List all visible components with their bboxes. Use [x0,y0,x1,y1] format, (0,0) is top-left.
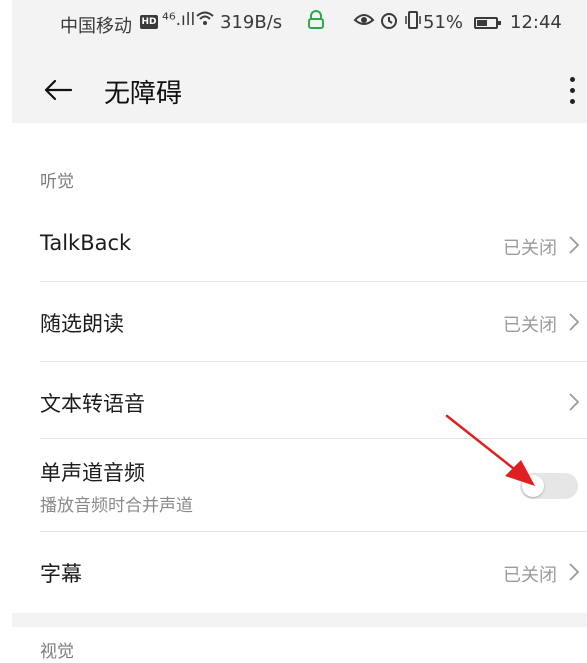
status-bar: 中国移动 HD ⁴⁶.ıll 319B/s 51% 12:44 [12,0,587,46]
section-gap [12,613,587,627]
network-speed: 319B/s [220,12,283,33]
list-item-label: 字幕 [40,562,82,586]
list-item-select-to-speak[interactable]: 随选朗读 已关闭 [12,282,587,361]
alarm-icon [379,10,399,35]
app-lock-icon [306,10,326,35]
carrier-label: 中国移动 [60,16,132,37]
eye-comfort-icon [353,10,375,33]
section-header-hearing: 听觉 [40,172,74,192]
list-item-label: 单声道音频 [40,461,145,485]
red-arrow-annotation [445,414,535,486]
page-title: 无障碍 [104,79,183,109]
section-header-vision: 视觉 [40,642,74,662]
battery-icon [474,17,501,29]
wifi-icon [196,10,214,30]
signal-icon: ⁴⁶.ıll [162,10,196,30]
app-bar: 无障碍 [12,60,587,122]
more-vertical-icon[interactable] [562,70,582,110]
list-item-label: TalkBack [40,231,132,255]
settings-panel-vision: 视觉 [12,627,587,663]
list-item-captions[interactable]: 字幕 已关闭 [12,532,587,613]
battery-percent: 51% [423,12,464,33]
vibrate-icon [404,10,422,35]
list-item-label: 文本转语音 [40,392,145,416]
list-item-label: 随选朗读 [40,312,124,336]
list-item-value: 已关闭 [503,238,557,259]
list-item-talkback[interactable]: TalkBack 已关闭 [12,209,587,281]
list-item-value: 已关闭 [503,315,557,336]
chevron-right-icon [563,561,585,583]
screen: 中国移动 HD ⁴⁶.ıll 319B/s 51% 12:44 无障碍 听觉 T… [12,0,587,663]
settings-panel: 听觉 TalkBack 已关闭 随选朗读 已关闭 文本转语音 单声道音频 播放音… [12,123,587,613]
chevron-right-icon [563,391,585,413]
chevron-right-icon [563,234,585,256]
back-arrow-icon[interactable] [38,70,78,110]
clock: 12:44 [510,12,562,33]
hd-badge: HD [140,15,158,29]
list-item-subtitle: 播放音频时合并声道 [40,496,193,516]
list-item-value: 已关闭 [503,565,557,586]
chevron-right-icon [563,311,585,333]
